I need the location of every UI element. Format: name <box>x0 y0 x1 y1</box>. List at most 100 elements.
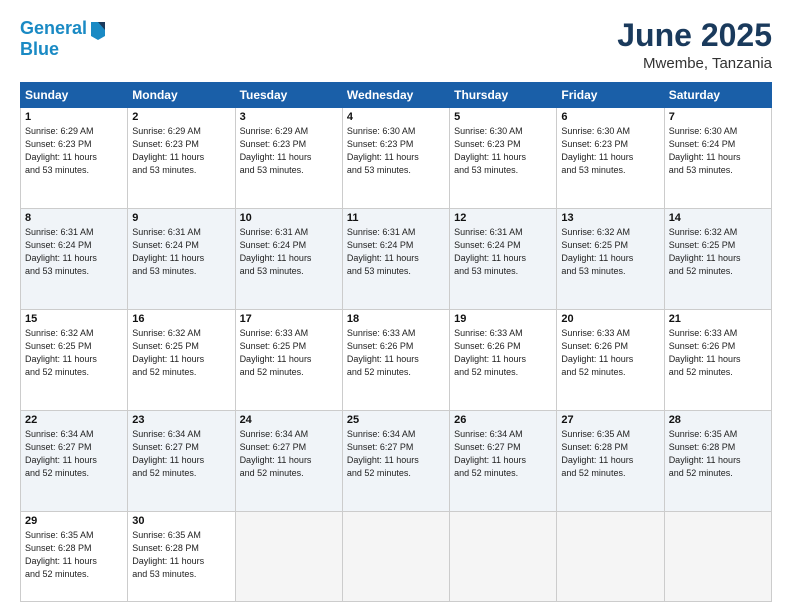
day-detail: Sunrise: 6:33 AMSunset: 6:26 PMDaylight:… <box>454 327 552 379</box>
day-header-saturday: Saturday <box>664 83 771 108</box>
day-detail: Sunrise: 6:32 AMSunset: 6:25 PMDaylight:… <box>132 327 230 379</box>
day-detail: Sunrise: 6:31 AMSunset: 6:24 PMDaylight:… <box>240 226 338 278</box>
page-header: General Blue June 2025 Mwembe, Tanzania <box>20 18 772 72</box>
day-detail: Sunrise: 6:33 AMSunset: 6:26 PMDaylight:… <box>561 327 659 379</box>
calendar-cell <box>450 511 557 601</box>
day-detail: Sunrise: 6:33 AMSunset: 6:25 PMDaylight:… <box>240 327 338 379</box>
calendar-week-5: 29 Sunrise: 6:35 AMSunset: 6:28 PMDayligh… <box>21 511 772 601</box>
calendar-week-3: 15 Sunrise: 6:32 AMSunset: 6:25 PMDayligh… <box>21 310 772 411</box>
day-detail: Sunrise: 6:35 AMSunset: 6:28 PMDaylight:… <box>561 428 659 480</box>
day-detail: Sunrise: 6:31 AMSunset: 6:24 PMDaylight:… <box>454 226 552 278</box>
day-number: 19 <box>454 313 552 325</box>
day-detail: Sunrise: 6:35 AMSunset: 6:28 PMDaylight:… <box>132 529 230 581</box>
day-detail: Sunrise: 6:30 AMSunset: 6:23 PMDaylight:… <box>454 125 552 177</box>
day-number: 10 <box>240 212 338 224</box>
logo-text: General <box>20 19 87 39</box>
day-number: 22 <box>25 414 123 426</box>
calendar-cell <box>342 511 449 601</box>
day-number: 16 <box>132 313 230 325</box>
calendar-cell: 21 Sunrise: 6:33 AMSunset: 6:26 PMDayligh… <box>664 310 771 411</box>
calendar-cell: 11 Sunrise: 6:31 AMSunset: 6:24 PMDayligh… <box>342 209 449 310</box>
calendar-cell: 1 Sunrise: 6:29 AMSunset: 6:23 PMDaylight… <box>21 108 128 209</box>
calendar-cell: 12 Sunrise: 6:31 AMSunset: 6:24 PMDayligh… <box>450 209 557 310</box>
calendar-cell: 23Sunrise: 6:34 AMSunset: 6:27 PMDayligh… <box>128 410 235 511</box>
day-number: 11 <box>347 212 445 224</box>
calendar-cell: 13 Sunrise: 6:32 AMSunset: 6:25 PMDayligh… <box>557 209 664 310</box>
day-detail: Sunrise: 6:31 AMSunset: 6:24 PMDaylight:… <box>132 226 230 278</box>
calendar-cell: 26Sunrise: 6:34 AMSunset: 6:27 PMDayligh… <box>450 410 557 511</box>
logo: General Blue <box>20 18 107 60</box>
day-number: 30 <box>132 515 230 527</box>
calendar-week-2: 8 Sunrise: 6:31 AMSunset: 6:24 PMDaylight… <box>21 209 772 310</box>
calendar-cell: 4Sunrise: 6:30 AMSunset: 6:23 PMDaylight… <box>342 108 449 209</box>
day-number: 24 <box>240 414 338 426</box>
day-header-sunday: Sunday <box>21 83 128 108</box>
day-detail: Sunrise: 6:29 AMSunset: 6:23 PMDaylight:… <box>240 125 338 177</box>
day-detail: Sunrise: 6:33 AMSunset: 6:26 PMDaylight:… <box>669 327 767 379</box>
calendar-cell: 2 Sunrise: 6:29 AMSunset: 6:23 PMDaylight… <box>128 108 235 209</box>
day-detail: Sunrise: 6:31 AMSunset: 6:24 PMDaylight:… <box>25 226 123 278</box>
calendar-cell: 19 Sunrise: 6:33 AMSunset: 6:26 PMDayligh… <box>450 310 557 411</box>
day-detail: Sunrise: 6:34 AMSunset: 6:27 PMDaylight:… <box>347 428 445 480</box>
day-detail: Sunrise: 6:30 AMSunset: 6:24 PMDaylight:… <box>669 125 767 177</box>
day-number: 9 <box>132 212 230 224</box>
calendar-header-row: SundayMondayTuesdayWednesdayThursdayFrid… <box>21 83 772 108</box>
day-detail: Sunrise: 6:33 AMSunset: 6:26 PMDaylight:… <box>347 327 445 379</box>
day-number: 2 <box>132 111 230 123</box>
calendar-cell: 25 Sunrise: 6:34 AMSunset: 6:27 PMDayligh… <box>342 410 449 511</box>
main-title: June 2025 <box>617 18 772 53</box>
calendar-table: SundayMondayTuesdayWednesdayThursdayFrid… <box>20 82 772 602</box>
day-number: 12 <box>454 212 552 224</box>
day-header-tuesday: Tuesday <box>235 83 342 108</box>
day-detail: Sunrise: 6:32 AMSunset: 6:25 PMDaylight:… <box>561 226 659 278</box>
day-number: 13 <box>561 212 659 224</box>
calendar-cell: 3 Sunrise: 6:29 AMSunset: 6:23 PMDaylight… <box>235 108 342 209</box>
day-number: 8 <box>25 212 123 224</box>
calendar-cell: 10 Sunrise: 6:31 AMSunset: 6:24 PMDayligh… <box>235 209 342 310</box>
day-detail: Sunrise: 6:34 AMSunset: 6:27 PMDaylight:… <box>132 428 230 480</box>
subtitle: Mwembe, Tanzania <box>617 55 772 72</box>
calendar-cell: 22 Sunrise: 6:34 AMSunset: 6:27 PMDayligh… <box>21 410 128 511</box>
day-number: 3 <box>240 111 338 123</box>
day-number: 5 <box>454 111 552 123</box>
day-detail: Sunrise: 6:30 AMSunset: 6:23 PMDaylight:… <box>347 125 445 177</box>
calendar-cell: 29 Sunrise: 6:35 AMSunset: 6:28 PMDayligh… <box>21 511 128 601</box>
calendar-cell: 5 Sunrise: 6:30 AMSunset: 6:23 PMDaylight… <box>450 108 557 209</box>
day-number: 18 <box>347 313 445 325</box>
calendar-cell: 9 Sunrise: 6:31 AMSunset: 6:24 PMDaylight… <box>128 209 235 310</box>
day-number: 29 <box>25 515 123 527</box>
title-block: June 2025 Mwembe, Tanzania <box>617 18 772 72</box>
day-number: 15 <box>25 313 123 325</box>
day-header-friday: Friday <box>557 83 664 108</box>
day-detail: Sunrise: 6:34 AMSunset: 6:27 PMDaylight:… <box>25 428 123 480</box>
day-detail: Sunrise: 6:30 AMSunset: 6:23 PMDaylight:… <box>561 125 659 177</box>
calendar-week-1: 1 Sunrise: 6:29 AMSunset: 6:23 PMDaylight… <box>21 108 772 209</box>
day-number: 25 <box>347 414 445 426</box>
logo-subtext: Blue <box>20 40 107 60</box>
calendar-cell: 30 Sunrise: 6:35 AMSunset: 6:28 PMDayligh… <box>128 511 235 601</box>
day-number: 1 <box>25 111 123 123</box>
day-detail: Sunrise: 6:29 AMSunset: 6:23 PMDaylight:… <box>25 125 123 177</box>
calendar-cell: 16 Sunrise: 6:32 AMSunset: 6:25 PMDayligh… <box>128 310 235 411</box>
day-header-wednesday: Wednesday <box>342 83 449 108</box>
day-detail: Sunrise: 6:29 AMSunset: 6:23 PMDaylight:… <box>132 125 230 177</box>
day-number: 28 <box>669 414 767 426</box>
calendar-cell: 8 Sunrise: 6:31 AMSunset: 6:24 PMDaylight… <box>21 209 128 310</box>
calendar-page: General Blue June 2025 Mwembe, Tanzania … <box>0 0 792 612</box>
day-number: 7 <box>669 111 767 123</box>
calendar-week-4: 22 Sunrise: 6:34 AMSunset: 6:27 PMDayligh… <box>21 410 772 511</box>
calendar-cell: 27 Sunrise: 6:35 AMSunset: 6:28 PMDayligh… <box>557 410 664 511</box>
day-number: 6 <box>561 111 659 123</box>
calendar-cell: 14Sunrise: 6:32 AMSunset: 6:25 PMDayligh… <box>664 209 771 310</box>
day-detail: Sunrise: 6:35 AMSunset: 6:28 PMDaylight:… <box>25 529 123 581</box>
calendar-cell <box>557 511 664 601</box>
day-header-thursday: Thursday <box>450 83 557 108</box>
day-detail: Sunrise: 6:31 AMSunset: 6:24 PMDaylight:… <box>347 226 445 278</box>
day-number: 14 <box>669 212 767 224</box>
calendar-cell: 20Sunrise: 6:33 AMSunset: 6:26 PMDayligh… <box>557 310 664 411</box>
calendar-cell: 24Sunrise: 6:34 AMSunset: 6:27 PMDayligh… <box>235 410 342 511</box>
day-number: 21 <box>669 313 767 325</box>
day-number: 27 <box>561 414 659 426</box>
day-detail: Sunrise: 6:34 AMSunset: 6:27 PMDaylight:… <box>454 428 552 480</box>
calendar-cell: 17Sunrise: 6:33 AMSunset: 6:25 PMDayligh… <box>235 310 342 411</box>
